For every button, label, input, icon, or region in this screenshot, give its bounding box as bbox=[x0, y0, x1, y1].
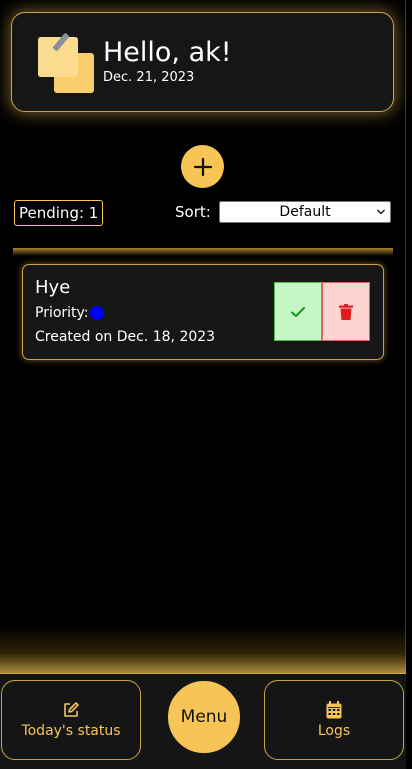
add-task-button[interactable] bbox=[181, 145, 224, 188]
plus-icon bbox=[193, 157, 212, 176]
logs-button[interactable]: Logs bbox=[264, 680, 404, 760]
pending-count-badge: Pending: 1 bbox=[14, 200, 104, 226]
task-title: Hye bbox=[35, 277, 71, 298]
menu-button[interactable]: Menu bbox=[167, 680, 241, 754]
app-root: Hello, ak! Dec. 21, 2023 Pending: 1 Sort… bbox=[0, 0, 406, 769]
priority-label: Priority: bbox=[35, 305, 89, 321]
trash-icon bbox=[339, 303, 353, 320]
greeting-card: Hello, ak! Dec. 21, 2023 bbox=[11, 12, 394, 112]
task-card: Hye Priority: Created on Dec. 18, 2023 bbox=[22, 264, 384, 360]
delete-task-button[interactable] bbox=[322, 282, 370, 341]
sort-label: Sort: bbox=[175, 203, 211, 221]
calendar-icon bbox=[326, 701, 342, 719]
priority-indicator bbox=[89, 306, 104, 320]
bottom-navigation: Today's status Menu Logs bbox=[0, 673, 406, 769]
bottom-glow bbox=[0, 625, 406, 677]
chevron-down-icon bbox=[376, 209, 386, 215]
greeting-text: Hello, ak! bbox=[103, 37, 232, 68]
task-priority: Priority: bbox=[35, 305, 104, 321]
edit-icon bbox=[64, 702, 79, 717]
logs-label: Logs bbox=[317, 723, 351, 739]
todays-status-button[interactable]: Today's status bbox=[1, 680, 141, 760]
sort-selected-value: Default bbox=[279, 204, 331, 220]
sticky-notes-icon bbox=[38, 33, 94, 93]
complete-task-button[interactable] bbox=[274, 282, 322, 341]
todays-status-label: Today's status bbox=[21, 723, 121, 739]
sort-select[interactable]: Default bbox=[219, 201, 391, 223]
section-divider bbox=[13, 248, 393, 256]
menu-label: Menu bbox=[180, 707, 228, 727]
current-date: Dec. 21, 2023 bbox=[103, 70, 195, 85]
task-created-date: Created on Dec. 18, 2023 bbox=[35, 329, 216, 345]
check-icon bbox=[291, 306, 305, 317]
